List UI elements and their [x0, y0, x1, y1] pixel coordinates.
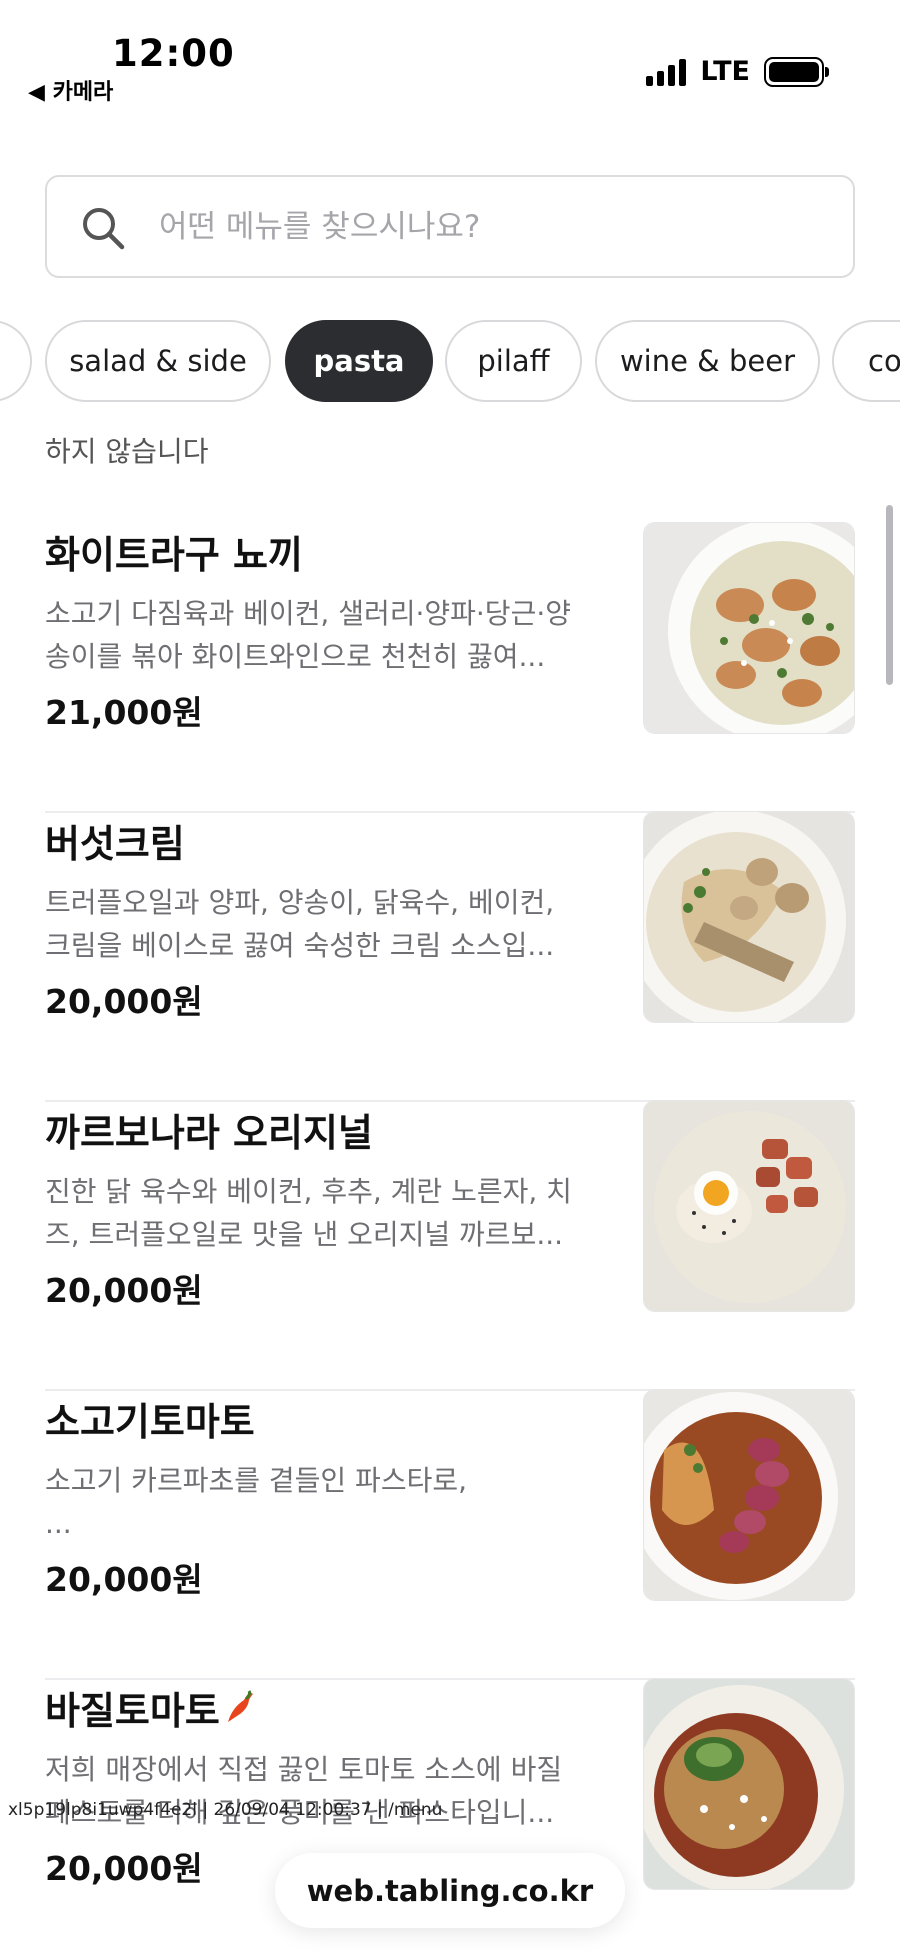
status-bar: 12:00 ◀ 카메라 LTE: [0, 0, 900, 110]
menu-item-price: 20,000원: [45, 1849, 203, 1888]
section-note: 하지 않습니다: [45, 435, 209, 468]
menu-item-name: 버섯크림: [45, 822, 185, 866]
category-chip-salad-side[interactable]: salad & side: [45, 320, 271, 402]
gnocchi-photo: [643, 522, 855, 734]
menu-item[interactable]: 화이트라구 뇨끼 소고기 다짐육과 베이컨, 샐러리·양파·당근·양 송이를 볶…: [45, 522, 855, 813]
category-chip-pilaff[interactable]: pilaff: [445, 320, 582, 402]
browser-url-bar[interactable]: web.tabling.co.kr: [275, 1853, 625, 1928]
category-chip-wine-beer[interactable]: wine & beer: [595, 320, 820, 402]
category-chip-partial[interactable]: co: [832, 320, 900, 402]
category-tabs: salad & side pasta pilaff wine & beer co: [0, 320, 900, 404]
menu-item[interactable]: 소고기토마토 소고기 카르파초를 곁들인 파스타로, ... 20,000원: [45, 1389, 855, 1680]
menu-item[interactable]: 까르보나라 오리지널 진한 닭 육수와 베이컨, 후추, 계란 노른자, 치 즈…: [45, 1100, 855, 1391]
status-indicators: LTE: [646, 56, 829, 87]
menu-item-price: 20,000원: [45, 1271, 203, 1310]
network-label: LTE: [700, 56, 750, 87]
beef-tomato-photo: [643, 1389, 855, 1601]
capture-watermark: xl5p19lp8i1uwp4f4e2l | 26/09/04 12:00:37…: [8, 1800, 443, 1820]
menu-item-price: 20,000원: [45, 982, 203, 1021]
category-chip-hidden[interactable]: [0, 320, 32, 402]
search-bar[interactable]: [45, 175, 855, 278]
menu-item-description: 트러플오일과 양파, 양송이, 닭육수, 베이컨, 크림을 베이스로 끓여 숙성…: [45, 886, 555, 962]
menu-item-name: 까르보나라 오리지널: [45, 1111, 373, 1155]
menu-item-name: 화이트라구 뇨끼: [45, 533, 303, 577]
basil-tomato-photo: [643, 1678, 855, 1890]
carbonara-photo: [643, 1100, 855, 1312]
menu-item-name: 바질토마토: [45, 1680, 256, 1735]
search-input[interactable]: [159, 201, 819, 253]
category-chip-pasta[interactable]: pasta: [285, 320, 433, 402]
menu-item-description: 저희 매장에서 직접 끓인 토마토 소스에 바질 페스토를 더해 깊은 풍미를 …: [45, 1753, 563, 1829]
chili-pepper-icon: [227, 1690, 253, 1722]
scrollbar[interactable]: [886, 505, 893, 685]
battery-icon: [764, 56, 829, 87]
menu-item[interactable]: 버섯크림 트러플오일과 양파, 양송이, 닭육수, 베이컨, 크림을 베이스로 …: [45, 811, 855, 1102]
menu-item-description: 소고기 다짐육과 베이컨, 샐러리·양파·당근·양 송이를 볶아 화이트와인으로…: [45, 597, 571, 673]
signal-icon: [646, 58, 687, 86]
search-icon: [83, 208, 125, 250]
menu-item-name: 소고기토마토: [45, 1400, 255, 1444]
mushroom-cream-photo: [643, 811, 855, 1023]
back-to-camera-link[interactable]: ◀ 카메라: [28, 74, 113, 106]
status-time: 12:00: [112, 32, 235, 75]
menu-item-description: 진한 닭 육수와 베이컨, 후추, 계란 노른자, 치 즈, 트러플오일로 맛을…: [45, 1175, 572, 1251]
menu-item-price: 20,000원: [45, 1560, 203, 1599]
menu-item-description: 소고기 카르파초를 곁들인 파스타로, ...: [45, 1464, 468, 1540]
menu-item-price: 21,000원: [45, 693, 203, 732]
